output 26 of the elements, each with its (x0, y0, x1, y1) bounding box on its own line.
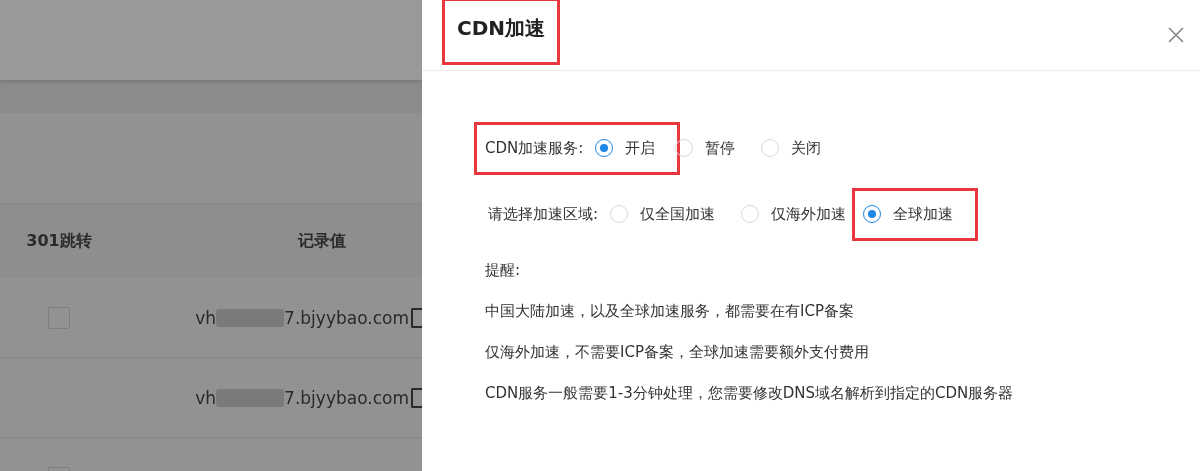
column-header: 记录值 (298, 230, 346, 252)
notice-title: 提醒: (485, 261, 522, 280)
table-cell: vh 7.bjyybao.com (195, 387, 422, 408)
radio-option[interactable]: 暂停 (675, 138, 736, 158)
option-label: 仅海外加速 (771, 204, 847, 224)
radio-option[interactable]: 全球加速 (863, 204, 954, 224)
drawer-title: CDN加速 (442, 0, 561, 65)
radio-option[interactable]: 仅海外加速 (741, 204, 847, 224)
notice-text: 仅海外加速，不需要ICP备案，全球加速需要额外支付费用 (485, 343, 870, 362)
option-label: 暂停 (705, 138, 736, 158)
table-cell: vh 7.bjyybao.com (195, 307, 422, 328)
blur-mask (216, 308, 285, 327)
close-button[interactable] (1166, 25, 1186, 45)
notice-text: CDN服务一般需要1-3分钟处理，您需要修改DNS域名解析到指定的CDN服务器 (485, 384, 1015, 403)
option-label: 仅全国加速 (640, 204, 716, 224)
blur-mask (216, 388, 285, 407)
field-label: CDN加速服务: (485, 138, 584, 158)
option-label: 全球加速 (893, 204, 954, 224)
radio-option[interactable]: 关闭 (761, 138, 822, 158)
column-header: 301跳转 (26, 230, 92, 252)
radio-option[interactable]: 开启 (595, 138, 656, 158)
field-label: 请选择加速区域: (488, 204, 599, 224)
option-label: 开启 (625, 138, 656, 158)
option-label: 关闭 (791, 138, 822, 158)
notice-text: 中国大陆加速，以及全球加速服务，都需要在有ICP备案 (485, 302, 855, 321)
radio-option[interactable]: 仅全国加速 (610, 204, 716, 224)
